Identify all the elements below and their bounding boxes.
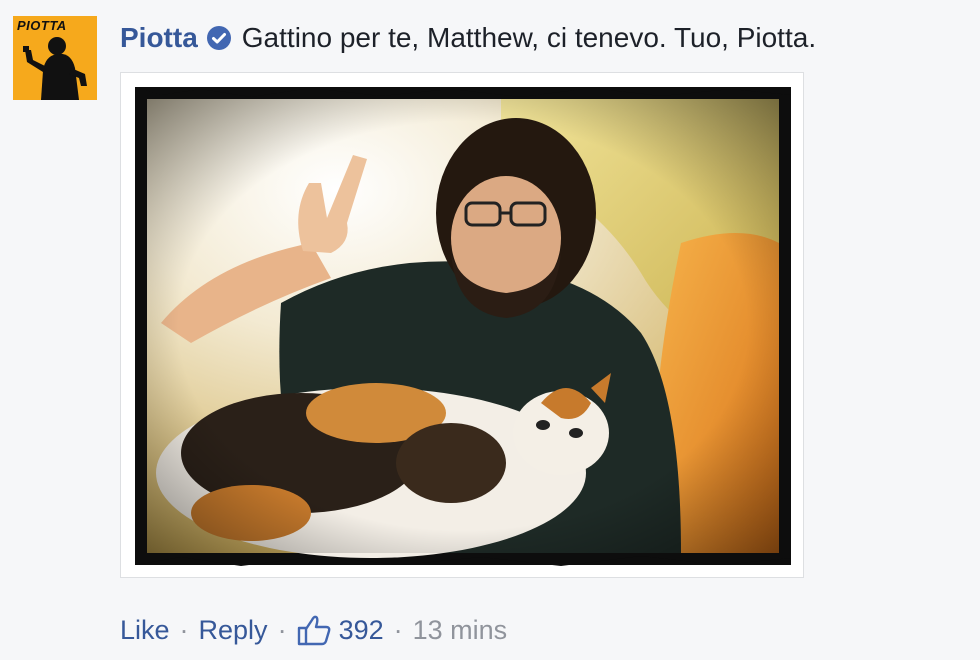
separator: · [277, 614, 287, 645]
separator: · [393, 614, 403, 645]
verified-badge-icon [206, 26, 231, 50]
comment-header: Piotta Gattino per te, Matthew, ci tenev… [120, 18, 816, 58]
like-count[interactable]: 392 [297, 614, 384, 646]
separator: · [179, 614, 189, 645]
like-count-value: 392 [338, 614, 384, 645]
comment-text: Gattino per te, Matthew, ci tenevo. Tuo,… [241, 22, 817, 53]
reply-link[interactable]: Reply [199, 615, 268, 646]
photo-illustration [135, 87, 791, 566]
thumbs-up-icon [297, 615, 330, 646]
author-name[interactable]: Piotta [120, 22, 198, 54]
author-avatar[interactable]: PIOTTA [13, 16, 97, 100]
timestamp[interactable]: 13 mins [413, 615, 508, 646]
comment-photo[interactable] [120, 72, 804, 578]
avatar-figure-icon [23, 37, 87, 100]
like-link[interactable]: Like [120, 615, 170, 646]
comment-actions: Like · Reply · 392 · 13 mins [120, 608, 507, 652]
